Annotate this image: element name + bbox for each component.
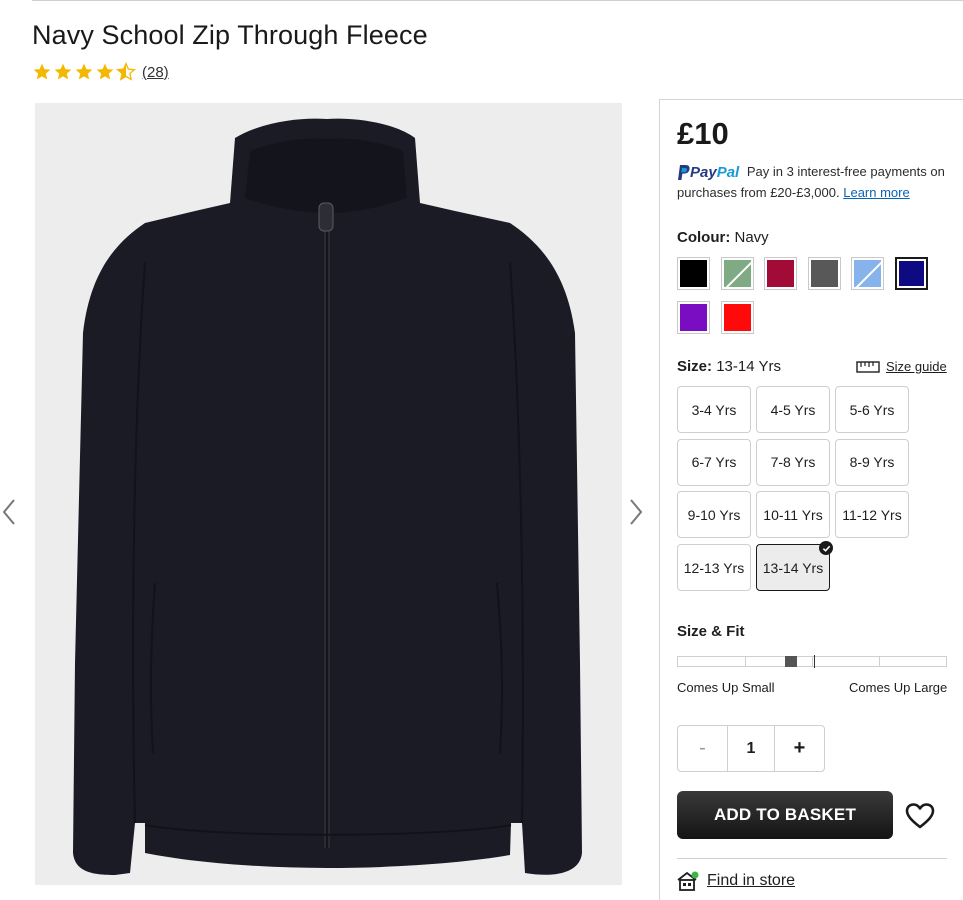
size-option-label: 11-12 Yrs [842,506,902,523]
review-count-link[interactable]: (28) [142,64,169,81]
size-option-label: 7-8 Yrs [770,454,816,471]
star-icon [33,63,51,80]
paypal-word-pay: Pay [690,163,717,181]
size-option-label: 6-7 Yrs [691,454,737,471]
size-option-button[interactable]: 4-5 Yrs [756,386,830,433]
colour-swatch-fill [680,304,707,331]
size-option-label: 9-10 Yrs [687,506,741,523]
size-option-label: 12-13 Yrs [683,559,745,576]
paypal-learn-more-link[interactable]: Learn more [843,185,909,200]
out-of-stock-slash [724,260,751,287]
size-option-button[interactable]: 9-10 Yrs [677,491,751,539]
find-in-store-link[interactable]: Find in store [677,871,795,891]
size-option-button[interactable]: 6-7 Yrs [677,438,751,486]
fleece-jacket-image [35,103,622,885]
star-icon [54,63,72,80]
paypal-wordmark: PayPal [690,163,739,183]
size-label: Size: [677,358,713,375]
paypal-word-pal: Pal [716,163,740,181]
size-option-button[interactable]: 11-12 Yrs [835,491,909,539]
star-rating [32,62,136,82]
paypal-icon [678,164,690,180]
size-guide-link[interactable]: Size guide [856,359,947,374]
fit-scale-tick [879,657,880,666]
product-rating[interactable]: (28) [32,62,169,82]
store-icon [677,871,699,891]
fit-max-label: Comes Up Large [849,680,948,695]
out-of-stock-slash [855,260,882,287]
colour-value: Navy [734,229,769,246]
quantity-increase-button[interactable]: + [775,726,824,771]
size-fit-scale [677,655,947,668]
product-title: Navy School Zip Through Fleece [32,20,428,50]
colour-swatch-purple[interactable] [677,301,710,334]
colour-swatch-green[interactable] [720,257,754,290]
size-option-button[interactable]: 7-8 Yrs [756,438,830,486]
size-label-row: Size: 13-14 Yrs [677,358,781,375]
fit-rating-marker [784,656,797,667]
colour-swatch-black[interactable] [677,257,710,290]
size-option-button[interactable]: 5-6 Yrs [835,386,909,433]
colour-swatch-fill [767,260,795,287]
colour-label: Colour: [677,229,731,246]
size-option-label: 5-6 Yrs [849,401,895,418]
add-to-basket-button[interactable]: ADD TO BASKET [677,791,893,839]
selected-check-icon [819,541,833,556]
colour-swatch-burgundy[interactable] [764,257,798,290]
size-option-button[interactable]: 12-13 Yrs [677,544,751,592]
paypal-banner: PayPal Pay in 3 interest-free payments o… [677,162,957,203]
ruler-icon [856,360,880,373]
star-icon [96,63,114,80]
size-option-label: 4-5 Yrs [770,401,816,418]
paypal-logo: PayPal [677,163,739,183]
heart-icon[interactable] [905,802,935,830]
fit-scale-tick [745,657,746,666]
colour-swatch-fill [899,261,924,286]
store-divider [677,858,947,859]
colour-swatch-light-blue[interactable] [851,257,885,290]
colour-swatch-red[interactable] [720,301,754,334]
top-divider [32,0,963,1]
size-option-button[interactable]: 10-11 Yrs [756,491,830,539]
colour-swatch-fill [810,260,838,287]
star-icon [75,63,93,80]
half-star-icon [116,62,136,81]
quantity-stepper: - 1 + [677,725,825,772]
size-option-label: 3-4 Yrs [691,401,737,418]
size-option-label: 10-11 Yrs [763,506,823,523]
chevron-left-icon[interactable] [0,495,20,529]
size-value: 13-14 Yrs [716,358,781,375]
find-in-store-label: Find in store [707,872,796,889]
size-guide-label: Size guide [886,359,947,374]
fit-midpoint-line [813,655,815,668]
colour-swatch-fill [723,304,751,331]
colour-label-row: Colour: Navy [677,229,769,246]
size-option-button[interactable]: 13-14 Yrs [756,541,833,592]
colour-swatch-fill [854,260,882,287]
size-option-button[interactable]: 3-4 Yrs [677,386,751,433]
product-image [35,103,622,885]
fit-min-label: Comes Up Small [677,680,775,695]
product-price: £10 [677,116,729,151]
colour-swatch-fill [680,260,707,287]
colour-swatch-grey[interactable] [807,257,841,290]
quantity-decrease-button[interactable]: - [678,726,727,771]
size-option-label: 8-9 Yrs [849,454,895,471]
colour-swatch-fill [723,260,751,287]
chevron-right-icon[interactable] [625,495,645,529]
size-option-button[interactable]: 8-9 Yrs [835,438,909,486]
colour-swatch-navy[interactable] [895,257,928,290]
quantity-input[interactable]: 1 [727,726,775,771]
size-option-label: 13-14 Yrs [762,559,824,576]
size-fit-label: Size & Fit [677,623,745,640]
